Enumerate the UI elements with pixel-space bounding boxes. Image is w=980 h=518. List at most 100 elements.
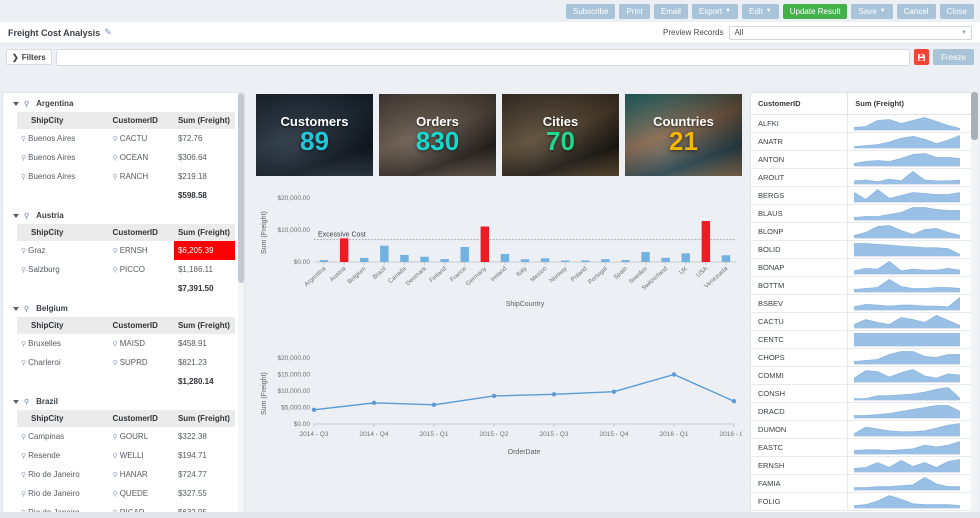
cell-customerid: FAMIA xyxy=(751,474,849,493)
collapse-triangle-icon[interactable] xyxy=(13,399,19,404)
collapse-triangle-icon[interactable] xyxy=(13,306,19,311)
table-row[interactable]: BONAP xyxy=(751,258,971,277)
line-data-point[interactable] xyxy=(671,372,677,377)
toolbar-button-save[interactable]: Save ▼ xyxy=(851,3,893,19)
save-icon-button[interactable] xyxy=(914,49,930,65)
table-row[interactable]: ALFKI xyxy=(751,114,971,133)
table-row[interactable]: ⚲ Buenos Aires ⚲ RANCH $219.18 xyxy=(17,167,235,186)
table-row[interactable]: BSBEV xyxy=(751,294,971,313)
line-data-point[interactable] xyxy=(611,389,617,394)
bar[interactable] xyxy=(380,245,389,262)
group-header-brazil[interactable]: ⚲ Brazil xyxy=(3,391,244,410)
line-data-point[interactable] xyxy=(431,402,437,408)
table-row[interactable]: CONSH xyxy=(751,384,971,403)
kpi-card-cities[interactable]: Cities 70 xyxy=(502,94,619,176)
kpi-card-orders[interactable]: Orders 830 xyxy=(379,94,496,176)
toolbar-button-export[interactable]: Export ▼ xyxy=(691,3,738,19)
table-row[interactable]: ⚲ Buenos Aires ⚲ CACTU $72.76 xyxy=(17,129,235,148)
link-icon: ⚲ xyxy=(21,248,27,255)
bar[interactable] xyxy=(621,260,630,262)
line-data-point[interactable] xyxy=(371,400,377,406)
line-data-point[interactable] xyxy=(491,393,497,399)
table-row[interactable]: EASTC xyxy=(751,438,971,457)
bar[interactable] xyxy=(500,254,510,262)
filter-input[interactable] xyxy=(55,48,911,66)
group-header-belgium[interactable]: ⚲ Belgium xyxy=(3,298,244,317)
line-chart-panel[interactable]: Sum (Freight) $0.00 $5,000.00 $10,000.00 $15… xyxy=(256,348,749,458)
bar[interactable] xyxy=(540,258,550,262)
toolbar-button-cancel[interactable]: Cancel xyxy=(896,3,936,19)
bar[interactable] xyxy=(721,255,731,262)
group-header-argentina[interactable]: ⚲ Argentina xyxy=(3,93,244,112)
bar[interactable] xyxy=(701,221,711,262)
table-row[interactable]: CHOPS xyxy=(751,348,971,367)
bar[interactable] xyxy=(360,257,369,262)
line-data-point[interactable] xyxy=(551,392,557,397)
group-header-austria[interactable]: ⚲ Austria xyxy=(3,205,244,224)
page-scrollbar[interactable] xyxy=(971,92,978,516)
collapse-triangle-icon[interactable] xyxy=(13,213,19,218)
bar[interactable] xyxy=(581,260,590,263)
left-panel-scroll-thumb[interactable] xyxy=(238,93,244,283)
bar[interactable] xyxy=(601,259,610,262)
toolbar-button-print[interactable]: Print xyxy=(619,3,650,19)
table-row[interactable]: ⚲ Rio de Janeiro ⚲ HANAR $724.77 xyxy=(17,465,235,484)
freeze-button[interactable]: Freeze xyxy=(933,49,974,65)
bar[interactable] xyxy=(460,246,469,262)
line-data-point[interactable] xyxy=(311,407,317,413)
table-row[interactable]: ANATR xyxy=(751,132,971,151)
kpi-card-countries[interactable]: Countries 21 xyxy=(625,94,742,176)
table-row[interactable]: CENTC xyxy=(751,330,971,349)
grouped-detail-panel[interactable]: ⚲ Argentina ShipCity CustomerID Sum (Freight… xyxy=(2,92,245,516)
table-row[interactable]: ⚲ Campinas ⚲ GOURL $322.38 xyxy=(17,427,235,446)
bar[interactable] xyxy=(319,260,329,262)
bar[interactable] xyxy=(339,238,349,262)
table-row[interactable]: COMMI xyxy=(751,366,971,385)
bar[interactable] xyxy=(440,259,449,262)
left-panel-scrollbar[interactable] xyxy=(238,93,244,515)
bar[interactable] xyxy=(661,257,670,262)
bar[interactable] xyxy=(681,253,690,262)
bar[interactable] xyxy=(641,252,650,262)
toolbar-button-email[interactable]: Email xyxy=(653,3,688,19)
table-row[interactable]: ⚲ Resende ⚲ WELLI $194.71 xyxy=(17,446,235,465)
toolbar-button-close[interactable]: Close xyxy=(939,3,974,19)
table-row[interactable]: ⚲ Bruxelles ⚲ MAISD $458.91 xyxy=(17,334,235,353)
table-row[interactable]: DRACD xyxy=(751,402,971,421)
table-row[interactable]: FAMIA xyxy=(751,474,971,493)
toolbar-button-edit[interactable]: Edit ▼ xyxy=(742,3,779,19)
table-row[interactable]: BLONP xyxy=(751,222,971,241)
table-row[interactable]: FOLIG xyxy=(751,492,971,511)
kpi-card-customers[interactable]: Customers 89 xyxy=(256,94,373,176)
page-scroll-thumb[interactable] xyxy=(971,92,978,140)
table-row[interactable]: DUMON xyxy=(751,420,971,439)
bar[interactable] xyxy=(420,256,429,262)
bar-chart-panel[interactable]: Sum (Freight) $0.00 $10,000.00 $20,000.00 Ex… xyxy=(256,188,742,308)
table-row[interactable]: ANTON xyxy=(751,150,971,169)
table-row[interactable]: BOTTM xyxy=(751,276,971,295)
table-row[interactable]: ⚲ Charleroi ⚲ SUPRD $821.23 xyxy=(17,353,235,372)
sparkline-panel[interactable]: CustomerID Sum (Freight) ALFKI ANATR ANTON… xyxy=(750,92,972,516)
table-row[interactable]: ⚲ Graz ⚲ ERNSH $6,205.39 xyxy=(17,241,235,260)
preview-records-select[interactable]: All ▼ xyxy=(729,25,972,40)
bar[interactable] xyxy=(400,254,409,262)
table-row[interactable]: ⚲ Buenos Aires ⚲ OCEAN $306.64 xyxy=(17,148,235,167)
table-row[interactable]: ⚲ Rio de Janeiro ⚲ QUEDE $327.55 xyxy=(17,484,235,503)
table-row[interactable]: BERGS xyxy=(751,186,971,205)
filters-toggle-button[interactable]: ❯ Filters xyxy=(6,49,52,65)
table-row[interactable]: ⚲ Salzburg ⚲ PICCO $1,186.11 xyxy=(17,260,235,279)
country-group: ⚲ Austria ShipCity CustomerID Sum (Freight) ⚲… xyxy=(3,205,244,298)
collapse-triangle-icon[interactable] xyxy=(13,101,19,106)
toolbar-button-update-result[interactable]: Update Result xyxy=(782,3,848,19)
table-row[interactable]: BOLID xyxy=(751,240,971,259)
table-row[interactable]: CACTU xyxy=(751,312,971,331)
pencil-icon[interactable]: ✎ xyxy=(104,27,112,38)
table-row[interactable]: AROUT xyxy=(751,168,971,187)
table-row[interactable]: BLAUS xyxy=(751,204,971,223)
bar[interactable] xyxy=(480,226,490,262)
table-row[interactable]: ERNSH xyxy=(751,456,971,475)
bar[interactable] xyxy=(560,260,570,263)
bar[interactable] xyxy=(520,259,530,262)
line-data-point[interactable] xyxy=(731,399,737,404)
toolbar-button-subscribe[interactable]: Subscribe xyxy=(565,3,616,19)
